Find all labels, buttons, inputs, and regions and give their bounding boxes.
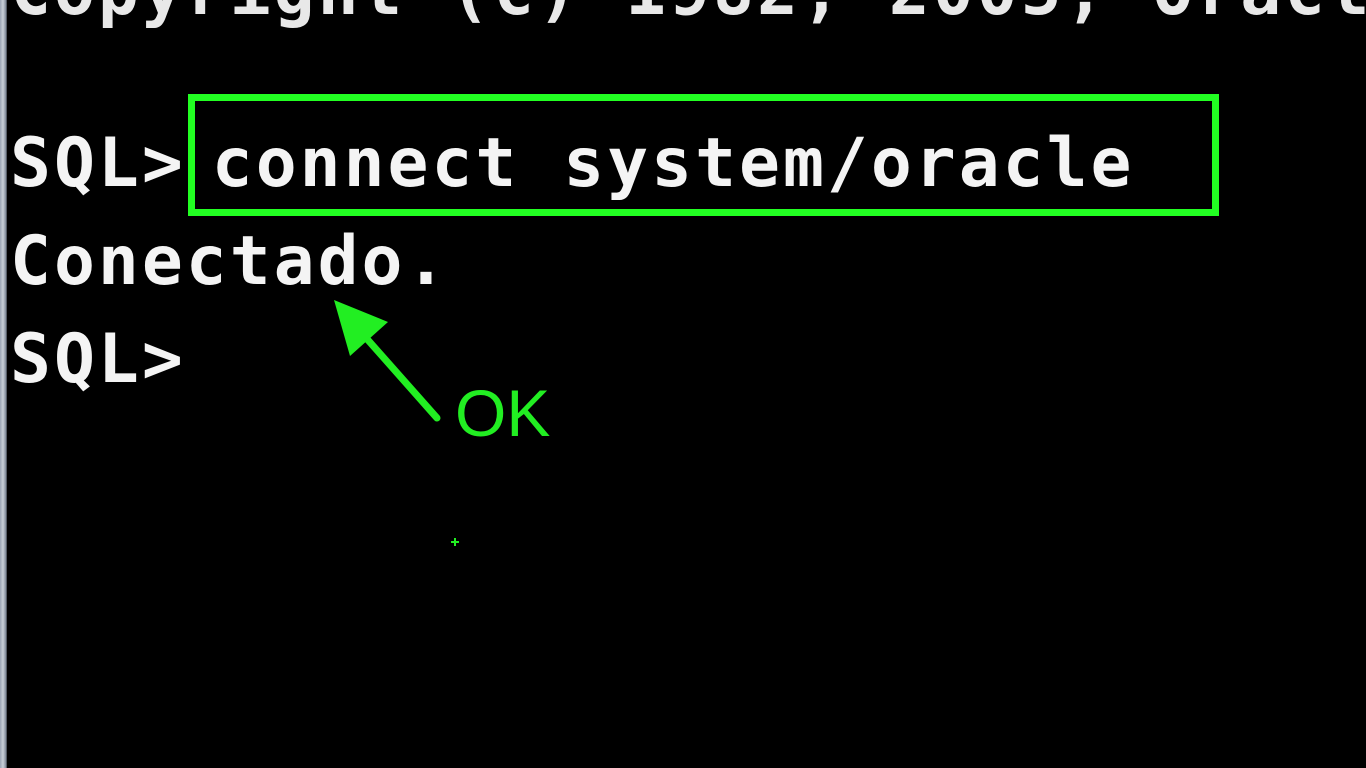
sql-prompt: SQL> <box>10 124 186 203</box>
ok-annotation-label: OK <box>455 376 551 450</box>
command-highlight-box <box>188 94 1219 216</box>
connection-result: Conectado. <box>10 222 450 301</box>
sql-prompt-current[interactable]: SQL> <box>10 326 186 394</box>
sqlplus-console-window: Copyright (c) 1982, 2005, Oracle. All ri… <box>0 0 1366 768</box>
previous-output-line: Copyright (c) 1982, 2005, Oracle. All ri… <box>10 0 1366 26</box>
window-frame-left-edge <box>0 0 7 768</box>
